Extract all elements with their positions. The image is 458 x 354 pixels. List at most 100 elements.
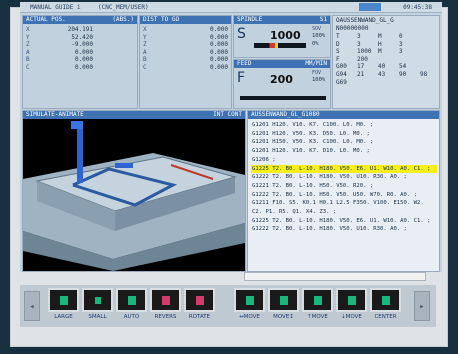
code-cell: S: [336, 48, 340, 56]
code-cell: 90: [399, 70, 407, 78]
code-cell: D: [336, 40, 340, 48]
program-line[interactable]: G1222 T2. B0. L-10. H180. V50. U10. R30.…: [251, 173, 437, 182]
softkey-face: [268, 288, 299, 312]
axis-values: 0.000 0.000 0.000 0.000 0.000 0.000: [210, 26, 228, 71]
panel-title: ACTUAL POS.: [26, 16, 66, 23]
softkey-move-down[interactable]: ↓MOVE: [336, 288, 367, 324]
feed-rate: 200: [270, 73, 293, 86]
softkey-large[interactable]: LARGE: [48, 288, 79, 324]
program-line[interactable]: G1201 H120. V10. K7. D10. L0. M0. ;: [251, 147, 437, 156]
axis-value: 0.000: [209, 26, 228, 33]
panel-title: FEED: [237, 60, 252, 67]
program-line-current[interactable]: G1225 T2. B0. L-10. H180. V50. E6. U1. W…: [251, 164, 437, 174]
code-cell: G00: [336, 63, 347, 71]
axis-label: Z: [26, 41, 30, 48]
axis-value: 0.000: [209, 56, 228, 63]
softkey-label: ↑MOVE: [307, 314, 328, 320]
softkey-label: AUTO: [123, 314, 140, 320]
softkey-label: LARGE: [54, 314, 73, 320]
axis-value: 0.000: [209, 33, 228, 41]
softkey-center[interactable]: CENTER: [370, 288, 401, 324]
code-cell: G94: [336, 70, 347, 78]
program-line[interactable]: G1225 T2. B0. L-10. H180. V50. E6. U1. W…: [251, 217, 437, 226]
softkey-revers[interactable]: REVERS: [150, 288, 181, 324]
program-name: OAUSSENWAND_GL_G: [336, 17, 394, 24]
axis-label: B: [26, 56, 30, 63]
program-line[interactable]: G1222 T2. B0. L-10. H180. V50. U10. R30.…: [251, 225, 437, 234]
axis-value: 0.000: [74, 48, 93, 56]
axis-value: 0.000: [74, 63, 93, 71]
code-cell: 40: [378, 63, 386, 71]
code-cell: 43: [378, 70, 386, 78]
softkey-face: [116, 288, 147, 312]
move-horizontal-icon: [246, 296, 254, 305]
code-cell: 17: [357, 63, 365, 71]
axis-labels: X Y Z A B C: [143, 26, 147, 71]
message-line: [244, 272, 426, 281]
fov-label: FOV: [312, 70, 322, 76]
code-cell: 3: [357, 33, 361, 40]
softkey-small[interactable]: SMALL: [82, 288, 113, 324]
feed-bar: [240, 96, 326, 100]
softkey-face: [302, 288, 333, 312]
program-line[interactable]: G1201 H150. V50. K3. C100. L0. M0. ;: [251, 138, 437, 147]
axis-label: Y: [143, 33, 147, 41]
auto-fit-icon: [128, 296, 136, 305]
modal-codes: T 3 M 0 D 3 H 3 S 1000 M 3 F 200 G00 17 40 54 G94 21 43…: [336, 33, 441, 86]
code-row: S 1000 M 3: [336, 48, 441, 56]
softkey-auto[interactable]: AUTO: [116, 288, 147, 324]
softkey-face: [336, 288, 367, 312]
code-cell: H: [378, 40, 382, 48]
program-line[interactable]: G1211 F10. S5. K0.1 H0.1 L2.5 F350. V100…: [251, 199, 437, 208]
feed-unit: MM/MIN: [305, 60, 327, 67]
softkey-move-vertical[interactable]: MOVE↕: [268, 288, 299, 324]
zoom-out-icon: [95, 297, 101, 304]
axis-label: Z: [143, 41, 147, 48]
panel-header: SPINDLE S1: [234, 16, 330, 24]
cnc-screen: MANUAL GUIDE i (CNC_MEM/USER) 09:45:38 A…: [20, 2, 442, 272]
program-line[interactable]: G1201 H120. V50. K3. D50. L0. M0. ;: [251, 130, 437, 139]
softkey-rotate[interactable]: ROTATE: [184, 288, 215, 324]
axis-label: X: [26, 26, 30, 33]
softkey-bar: ◂ LARGE SMALL AUTO REVERS ROTATE ↔MOVE M…: [20, 285, 436, 327]
softkey-face: [82, 288, 113, 312]
softkey-move-up[interactable]: ↑MOVE: [302, 288, 333, 324]
clock: 09:45:38: [403, 4, 432, 11]
title-bar: MANUAL GUIDE i (CNC_MEM/USER) 09:45:38: [20, 2, 442, 13]
softkey-prev-button[interactable]: ◂: [24, 291, 40, 321]
move-up-icon: [314, 296, 322, 305]
panel-title: SPINDLE: [237, 16, 263, 23]
panel-title: AUSSENWAND_GL_G1080: [251, 111, 320, 118]
code-cell: 3: [399, 48, 403, 56]
panel-header: FEED MM/MIN: [234, 60, 330, 68]
program-line[interactable]: G1206 ;: [251, 156, 437, 165]
code-cell: M: [378, 48, 382, 56]
softkey-next-button[interactable]: ▸: [414, 291, 430, 321]
rotate-icon: [196, 296, 204, 305]
program-lines[interactable]: G1201 H120. V10. K7. C100. L0. M0. ; G12…: [251, 121, 437, 234]
reverse-icon: [162, 296, 170, 305]
distance-to-go-panel: DIST TO GO X Y Z A B C 0.000 0.000 0.000…: [139, 15, 232, 109]
program-line[interactable]: C2. P1. R5. Q1. X4. Z3. ;: [251, 208, 437, 217]
modal-info-panel: OAUSSENWAND_GL_G N00000000 T 3 M 0 D 3 H 3 S 10…: [332, 15, 440, 109]
axis-value: 0.000: [209, 48, 228, 56]
sim-mode: INT CONT: [213, 111, 242, 118]
program-line[interactable]: G1201 H120. V10. K7. C100. L0. M0. ;: [251, 121, 437, 130]
code-cell: 3: [357, 40, 361, 48]
code-cell: G69: [336, 78, 347, 86]
axis-label: A: [143, 48, 147, 56]
softkey-label: ROTATE: [188, 314, 211, 320]
axis-label: Y: [26, 33, 30, 41]
program-path: (CNC_MEM/USER): [98, 4, 149, 11]
axis-value: 52.420: [71, 33, 93, 41]
axis-label: C: [26, 63, 30, 71]
program-line[interactable]: G1221 T2. B0. L-10. H50. V50. R20. ;: [251, 182, 437, 191]
simulation-viewport[interactable]: [23, 119, 245, 271]
sov-label: SOV: [312, 26, 322, 32]
softkey-move-horizontal[interactable]: ↔MOVE: [234, 288, 265, 324]
code-row: G00 17 40 54: [336, 63, 441, 71]
move-down-icon: [348, 296, 356, 305]
program-line[interactable]: G1222 T2. B0. L-10. H50. V50. U50. W70. …: [251, 191, 437, 200]
code-cell: 54: [399, 63, 407, 71]
axis-value: 0.000: [209, 63, 228, 71]
